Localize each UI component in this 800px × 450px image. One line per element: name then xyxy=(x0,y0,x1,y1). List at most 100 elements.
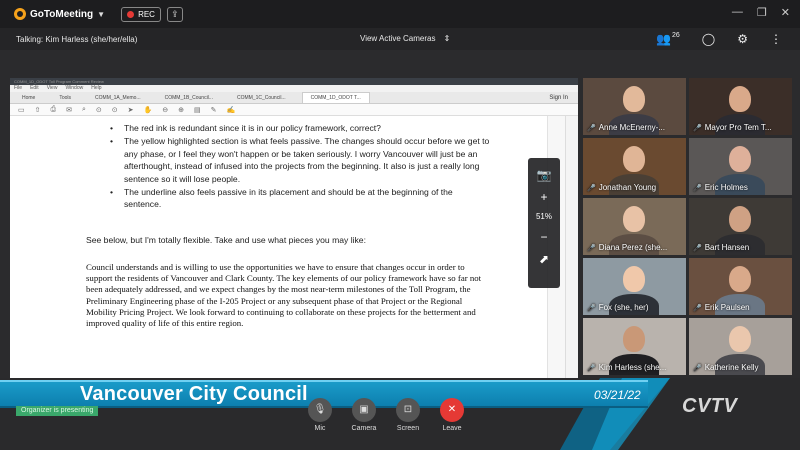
upload-icon[interactable]: ⇧ xyxy=(35,106,41,114)
restore-icon[interactable]: ❐ xyxy=(757,6,767,19)
participant-name: Mayor Pro Tem T... xyxy=(704,123,772,132)
participant-head xyxy=(623,266,645,292)
zoom-percent: 51% xyxy=(535,212,552,221)
participant-name-label: 🎤 Katherine Kelly xyxy=(693,363,759,372)
camera-icon[interactable]: 📷 xyxy=(537,164,552,186)
menu-edit[interactable]: Edit xyxy=(30,85,39,92)
search-icon[interactable]: ⌕ xyxy=(82,106,86,114)
next-page-icon[interactable]: ⊙ xyxy=(112,106,118,114)
talking-indicator: Talking: Kim Harless (she/her/ella) xyxy=(16,34,138,44)
select-icon[interactable]: ➤ xyxy=(128,106,134,114)
participant-name: Bart Hansen xyxy=(704,243,750,252)
attendees-button[interactable]: 👥26 xyxy=(656,32,680,46)
record-button[interactable]: REC xyxy=(121,6,161,22)
screen-label: Screen xyxy=(396,425,420,432)
menu-view[interactable]: View xyxy=(47,85,58,92)
mic-on-icon: 🎤 xyxy=(587,124,596,132)
zoom-out-tool-icon[interactable]: ⊖ xyxy=(162,106,168,114)
participant-name: Eric Holmes xyxy=(704,183,748,192)
minimize-icon[interactable]: — xyxy=(732,6,743,19)
popout-icon[interactable]: ⬈ xyxy=(539,248,549,270)
participant-name: Diana Perez (she... xyxy=(598,243,668,252)
camera-control[interactable]: ▣ Camera xyxy=(349,398,379,432)
participant-name: Fox (she, her) xyxy=(598,303,649,312)
up-down-chevron-icon: ⇕ xyxy=(443,34,451,43)
zoom-out-icon[interactable]: − xyxy=(540,226,547,248)
view-cameras-label: View Active Cameras xyxy=(360,34,436,43)
camera-label: Camera xyxy=(351,425,377,432)
tab-doc-1c[interactable]: COMM_1C_Council... xyxy=(229,93,294,103)
participant-head xyxy=(729,146,751,172)
meeting-controls: 🎙 Mic ▣ Camera ⊡ Screen ✕ Leave xyxy=(305,398,467,432)
chat-icon[interactable]: ◯ xyxy=(702,32,715,46)
view-active-cameras-button[interactable]: View Active Cameras ⇕ xyxy=(360,34,450,43)
mic-control[interactable]: 🎙 Mic xyxy=(305,398,335,432)
screen-control[interactable]: ⊡ Screen xyxy=(393,398,423,432)
tab-doc-1a[interactable]: COMM_1A_Memo... xyxy=(87,93,149,103)
participant-tile[interactable]: 🎤 Fox (she, her) xyxy=(583,258,686,315)
prev-page-icon[interactable]: ⊙ xyxy=(96,106,102,114)
participant-tile[interactable]: 🎤 Mayor Pro Tem T... xyxy=(689,78,792,135)
participant-name-label: 🎤 Fox (she, her) xyxy=(587,303,649,312)
menu-window[interactable]: Window xyxy=(65,85,83,92)
save-icon[interactable]: ▭ xyxy=(18,106,25,114)
participant-name-label: 🎤 Diana Perez (she... xyxy=(587,243,667,252)
participant-tile[interactable]: 🎤 Erik Paulsen xyxy=(689,258,792,315)
participant-name-label: 🎤 Eric Holmes xyxy=(693,183,748,192)
mic-off-icon[interactable]: 🎙 xyxy=(308,398,332,422)
comment-icon[interactable]: ▤ xyxy=(194,106,201,114)
doc-toolbar: ▭ ⇧ ⎙ ✉ ⌕ ⊙ ⊙ ➤ ✋ ⊖ ⊕ ▤ ✎ ✍ xyxy=(10,104,578,116)
menu-help[interactable]: Help xyxy=(91,85,101,92)
zoom-in-tool-icon[interactable]: ⊕ xyxy=(178,106,184,114)
doc-scrollbar[interactable] xyxy=(565,116,578,378)
more-options-icon[interactable]: ⋮ xyxy=(770,32,782,46)
participant-tile[interactable]: 🎤 Anne McEnerny-... xyxy=(583,78,686,135)
pen-icon[interactable]: ✎ xyxy=(211,106,217,114)
tab-home[interactable]: Home xyxy=(14,93,43,103)
camera-off-icon[interactable]: ▣ xyxy=(352,398,376,422)
gotomeeting-logo-icon xyxy=(14,8,26,20)
participant-head xyxy=(623,206,645,232)
bullet-item: The red ink is redundant since it is in … xyxy=(110,122,490,135)
sign-in-link[interactable]: Sign In xyxy=(549,95,568,101)
participant-tile[interactable]: 🎤 Jonathan Young xyxy=(583,138,686,195)
screen-share-icon[interactable]: ⊡ xyxy=(396,398,420,422)
participant-tile[interactable]: 🎤 Eric Holmes xyxy=(689,138,792,195)
participant-name-label: 🎤 Mayor Pro Tem T... xyxy=(693,123,772,132)
tab-tools[interactable]: Tools xyxy=(51,93,79,103)
leave-icon[interactable]: ✕ xyxy=(440,398,464,422)
participant-tile[interactable]: 🎤 Kim Harless (she... xyxy=(583,318,686,375)
participant-head xyxy=(623,86,645,112)
doc-menu-bar: File Edit View Window Help xyxy=(10,85,578,92)
hand-icon[interactable]: ✋ xyxy=(144,106,153,114)
participant-head xyxy=(729,86,751,112)
close-icon[interactable]: ✕ xyxy=(781,6,790,19)
gear-icon[interactable]: ⚙ xyxy=(737,32,748,46)
participant-tile[interactable]: 🎤 Diana Perez (she... xyxy=(583,198,686,255)
broadcast-date: 03/21/22 xyxy=(594,388,641,402)
meeting-tools: 👥26 ◯ ⚙ ⋮ xyxy=(656,32,782,46)
share-screen-icon[interactable]: ⇪ xyxy=(166,6,183,22)
mic-muted-icon: 🎤 xyxy=(693,244,702,252)
sign-icon[interactable]: ✍ xyxy=(227,106,236,114)
mail-icon[interactable]: ✉ xyxy=(66,106,72,114)
zoom-in-icon[interactable]: + xyxy=(540,186,547,208)
print-icon[interactable]: ⎙ xyxy=(51,106,57,114)
menu-file[interactable]: File xyxy=(14,85,22,92)
tab-doc-1b[interactable]: COMM_1B_Council... xyxy=(157,93,221,103)
leave-control[interactable]: ✕ Leave xyxy=(437,398,467,432)
record-dot-icon xyxy=(127,10,135,18)
cvtv-logo: CVTV xyxy=(682,395,738,417)
participant-tile[interactable]: 🎤 Katherine Kelly xyxy=(689,318,792,375)
app-logo[interactable]: GoToMeeting ▼ xyxy=(14,8,105,20)
proposed-paragraph: Council understands and is willing to us… xyxy=(86,262,482,329)
broadcast-title: Vancouver City Council xyxy=(80,383,308,405)
gotomeeting-window: GoToMeeting ▼ REC ⇪ — ❐ ✕ Talking: Kim H… xyxy=(0,0,800,450)
tab-doc-1d[interactable]: COMM_1D_ODOT T... xyxy=(301,92,370,103)
participant-count: 26 xyxy=(672,32,680,39)
mic-muted-icon: 🎤 xyxy=(693,304,702,312)
chevron-down-icon: ▼ xyxy=(97,9,106,19)
zoom-control: 📷 + 51% − ⬈ xyxy=(528,158,560,288)
participant-tile[interactable]: 🎤 Bart Hansen xyxy=(689,198,792,255)
bullet-item: The yellow highlighted section is what f… xyxy=(110,135,490,185)
